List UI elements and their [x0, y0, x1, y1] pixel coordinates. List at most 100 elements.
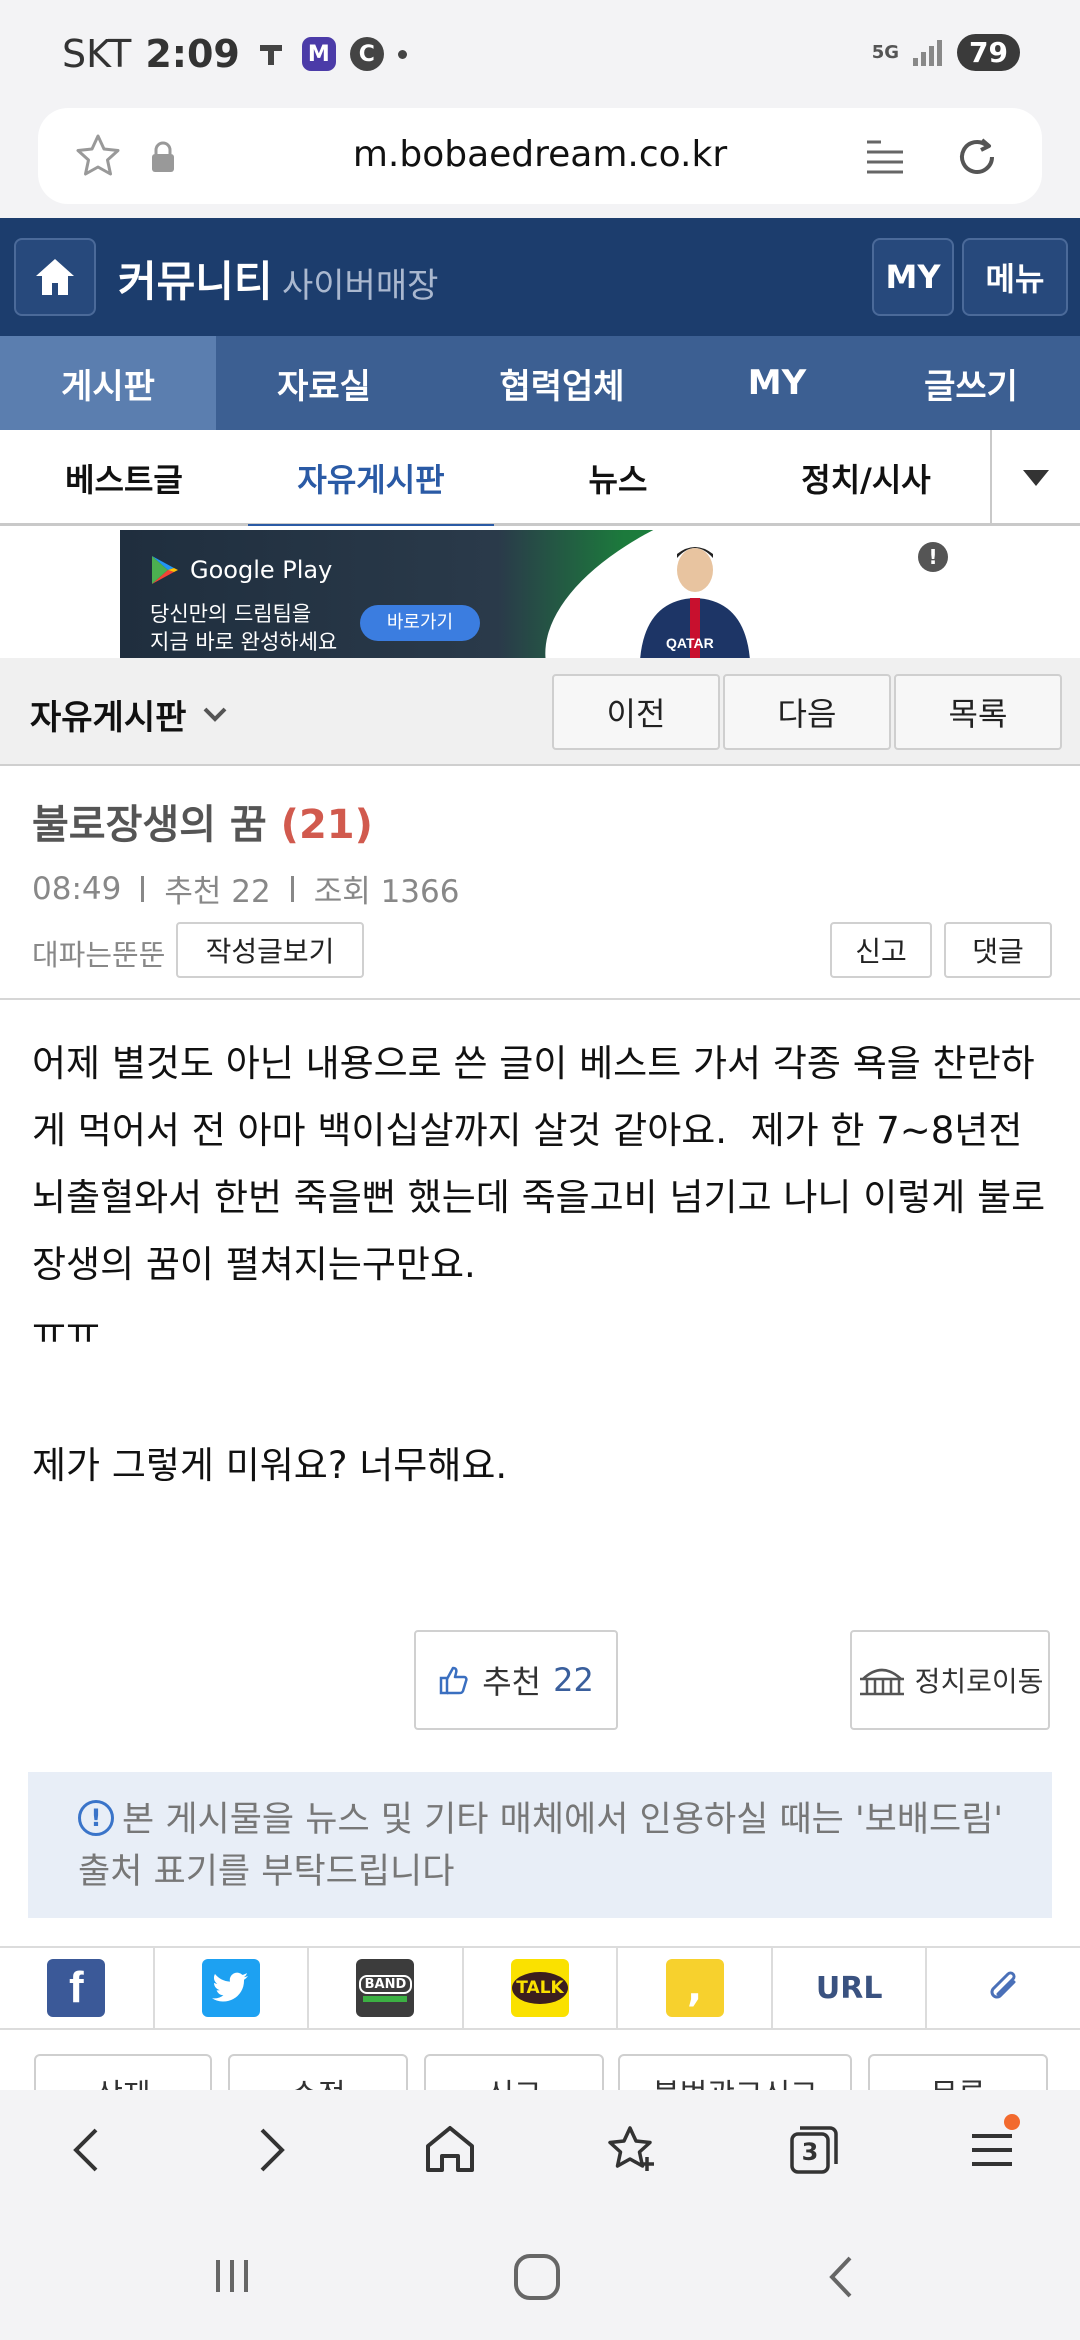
report-button[interactable]: 신고 — [830, 922, 932, 978]
share-facebook[interactable]: f — [0, 1948, 155, 2028]
browser-address-bar: m.bobaedream.co.kr — [0, 100, 1080, 218]
ad-brand: FC MOBILE — [820, 582, 942, 606]
ad-info-icon[interactable]: ! — [918, 542, 948, 572]
nav-item-board[interactable]: 게시판 — [0, 336, 216, 430]
report-post-button[interactable]: 신고 — [424, 2054, 604, 2094]
c-app-icon: C — [349, 37, 384, 71]
post-view-count: 조회 1366 — [313, 874, 460, 910]
view-author-posts-button[interactable]: 작성글보기 — [176, 922, 364, 978]
band-icon: BAND — [356, 1959, 415, 2017]
tab-best[interactable]: 베스트글 — [0, 430, 248, 526]
ad-jersey-text: QATAR — [666, 635, 714, 651]
home-icon — [36, 259, 74, 295]
edit-button[interactable]: 수정 — [228, 2054, 408, 2094]
battery-level: 79 — [957, 34, 1020, 71]
thumbs-up-icon — [439, 1666, 468, 1695]
site-header: 커뮤니티 사이버매장 MY 메뉴 — [0, 218, 1080, 336]
report-spam-button[interactable]: 불법광고신고 — [618, 2054, 852, 2094]
recent-apps-icon[interactable] — [210, 2254, 254, 2298]
recommend-button[interactable]: 추천 22 — [414, 1630, 618, 1730]
post-action-buttons: 삭제 수정 신고 불법광고신고 목록 — [0, 2054, 1080, 2094]
status-bar: SKT 2:09 M C 5G 79 — [0, 0, 1080, 100]
share-band[interactable]: BAND — [309, 1948, 464, 2028]
tab-politics[interactable]: 정치/시사 — [742, 430, 990, 526]
site-title[interactable]: 커뮤니티 — [118, 248, 273, 309]
move-to-politics-button[interactable]: 정치로이동 — [850, 1630, 1050, 1730]
forward-icon[interactable] — [240, 2120, 300, 2180]
menu-button[interactable]: 메뉴 — [962, 238, 1068, 316]
tabs-button[interactable]: 3 — [782, 2120, 842, 2180]
comment-button[interactable]: 댓글 — [944, 922, 1052, 978]
board-selector[interactable]: 자유게시판 — [30, 690, 228, 739]
url-copy-label: URL — [815, 1970, 883, 2006]
share-url[interactable]: URL — [773, 1948, 928, 2028]
nav-item-archive[interactable]: 자료실 — [216, 336, 432, 430]
lock-icon — [152, 141, 174, 172]
author-row: 대파는뚠뚠 작성글보기 신고 댓글 — [32, 922, 1052, 978]
comment-count[interactable]: (21) — [281, 802, 373, 848]
divider — [0, 998, 1080, 1000]
clock: 2:09 — [145, 32, 240, 76]
ad-banner-area: Google Play 당신만의 드림팀을 지금 바로 완성하세요 바로가기 Q… — [0, 526, 1080, 658]
list-button[interactable]: 목록 — [894, 674, 1062, 750]
reload-icon[interactable] — [952, 132, 1002, 182]
share-attach[interactable] — [927, 1948, 1080, 2028]
share-twitter[interactable] — [155, 1948, 310, 2028]
site-subtitle[interactable]: 사이버매장 — [282, 258, 438, 307]
tmap-icon — [254, 37, 288, 71]
recommend-label: 추천 — [482, 1663, 542, 1701]
post-body: 어제 별것도 아닌 내용으로 쓴 글이 베스트 가서 각종 욕을 찬란하게 먹어… — [32, 1042, 1046, 1487]
home-page-icon[interactable] — [420, 2120, 480, 2180]
m-app-icon: M — [301, 37, 336, 71]
tabs-more-button[interactable] — [990, 430, 1080, 526]
back-icon[interactable] — [58, 2120, 118, 2180]
notice-line-1: 본 게시물을 뉴스 및 기타 매체에서 인용하실 때는 '보배드림' — [122, 1800, 1004, 1840]
nav-item-write[interactable]: 글쓰기 — [862, 336, 1080, 430]
ad-player-image: QATAR — [640, 547, 750, 658]
kakaotalk-icon: TALK — [511, 1959, 570, 2017]
main-nav: 게시판 자료실 협력업체 MY 글쓰기 — [0, 336, 1080, 430]
tab-count: 3 — [801, 2138, 819, 2166]
home-button[interactable] — [14, 238, 96, 316]
bottom-list-button[interactable]: 목록 — [868, 2054, 1048, 2094]
url-box[interactable]: m.bobaedream.co.kr — [38, 108, 1042, 204]
next-post-button[interactable]: 다음 — [723, 674, 891, 750]
notification-dot-icon — [397, 49, 407, 59]
info-icon: ! — [78, 1800, 114, 1836]
reader-mode-icon[interactable] — [864, 136, 906, 178]
google-play-icon — [152, 556, 178, 584]
board-name: 자유게시판 — [30, 698, 187, 738]
browser-toolbar: 3 — [0, 2090, 1080, 2210]
post-time: 08:49 — [32, 870, 122, 907]
system-home-icon[interactable] — [512, 2252, 562, 2302]
board-tabs: 베스트글 자유게시판 뉴스 정치/시사 — [0, 430, 1080, 529]
triangle-down-icon — [1023, 470, 1049, 486]
ad-banner[interactable]: Google Play 당신만의 드림팀을 지금 바로 완성하세요 바로가기 Q… — [120, 530, 960, 658]
signal-icon — [913, 39, 943, 66]
system-back-icon[interactable] — [820, 2252, 864, 2302]
author-name[interactable]: 대파는뚠뚠 — [32, 932, 165, 974]
share-kakaotalk[interactable]: TALK — [464, 1948, 619, 2028]
nav-item-partners[interactable]: 협력업체 — [432, 336, 692, 430]
nav-item-my[interactable]: MY — [692, 336, 862, 430]
bookmarks-icon[interactable] — [600, 2120, 660, 2180]
my-button[interactable]: MY — [872, 238, 954, 316]
delete-button[interactable]: 삭제 — [34, 2054, 212, 2094]
url-text[interactable]: m.bobaedream.co.kr — [238, 134, 842, 175]
facebook-icon: f — [47, 1959, 106, 2017]
post-meta: 08:49 추천 22 조회 1366 — [32, 866, 459, 911]
tab-news[interactable]: 뉴스 — [494, 430, 742, 526]
tab-free-board[interactable]: 자유게시판 — [248, 430, 494, 529]
bookmark-star-icon[interactable] — [74, 132, 122, 180]
prev-post-button[interactable]: 이전 — [552, 674, 720, 750]
recommend-count: 22 — [553, 1661, 594, 1699]
ad-cta-button[interactable]: 바로가기 — [360, 605, 480, 641]
ad-store-name: Google Play — [190, 556, 333, 584]
kakaostory-icon: , — [665, 1959, 724, 2017]
browser-menu-button[interactable] — [962, 2114, 1022, 2180]
capitol-icon — [859, 1668, 904, 1696]
menu-badge-dot-icon — [1004, 2114, 1020, 2130]
system-nav-bar — [0, 2210, 1080, 2340]
share-kakaostory[interactable]: , — [618, 1948, 773, 2028]
paperclip-icon — [990, 1971, 1016, 1999]
